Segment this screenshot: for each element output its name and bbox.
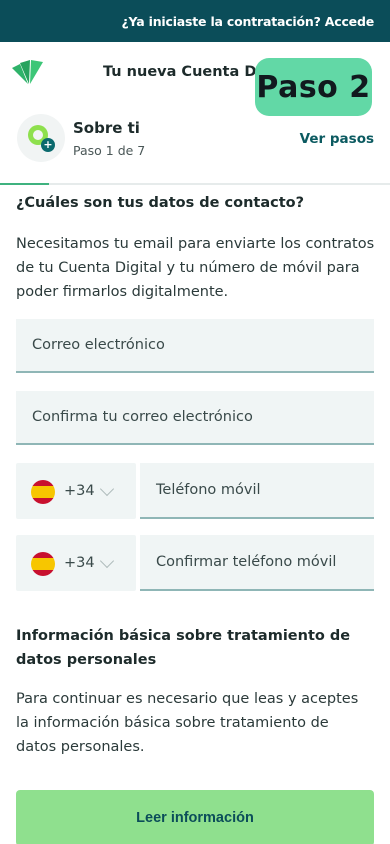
step-title: Sobre ti — [73, 119, 140, 137]
chevron-down-icon — [99, 481, 115, 497]
country-code: +34 — [64, 483, 95, 499]
step-subtitle: Paso 1 de 7 — [73, 143, 146, 158]
email-confirm-field[interactable]: Confirma tu correo electrónico — [16, 391, 374, 445]
email-confirm-placeholder: Confirma tu correo electrónico — [32, 409, 253, 425]
phone-confirm-placeholder: Confirmar teléfono móvil — [156, 554, 337, 570]
bank-logo-icon — [12, 60, 43, 84]
country-code-select[interactable]: +34 — [16, 463, 136, 519]
phone-field[interactable]: Teléfono móvil — [140, 463, 374, 519]
country-code-confirm: +34 — [64, 555, 95, 571]
read-info-button-label: Leer información — [136, 810, 254, 826]
email-placeholder: Correo electrónico — [32, 337, 165, 353]
contact-question: ¿Cuáles son tus datos de contacto? — [16, 195, 305, 211]
phone-placeholder: Teléfono móvil — [156, 482, 261, 498]
progress-track — [0, 183, 390, 185]
chevron-down-icon — [99, 553, 115, 569]
contact-intro: Necesitamos tu email para enviarte los c… — [16, 236, 375, 300]
step-badge-label: Paso 2 — [256, 69, 371, 105]
spain-flag-icon — [31, 480, 55, 504]
progress-fill — [0, 183, 49, 185]
user-add-icon: + — [17, 114, 65, 162]
header-title: Tu nueva Cuenta Digi — [103, 64, 277, 80]
privacy-info-body: Para continuar es necesario que leas y a… — [16, 691, 359, 755]
privacy-info-title: Información básica sobre tratamiento de … — [16, 628, 351, 668]
view-steps-link[interactable]: Ver pasos — [300, 131, 374, 147]
top-bar: ¿Ya iniciaste la contratación? Accede — [0, 0, 390, 42]
phone-confirm-field[interactable]: Confirmar teléfono móvil — [140, 535, 374, 591]
email-field[interactable]: Correo electrónico — [16, 319, 374, 373]
already-started-link[interactable]: ¿Ya iniciaste la contratación? Accede — [121, 14, 374, 29]
spain-flag-icon — [31, 552, 55, 576]
read-info-button[interactable]: Leer información — [16, 790, 374, 844]
country-code-confirm-select[interactable]: +34 — [16, 535, 136, 591]
